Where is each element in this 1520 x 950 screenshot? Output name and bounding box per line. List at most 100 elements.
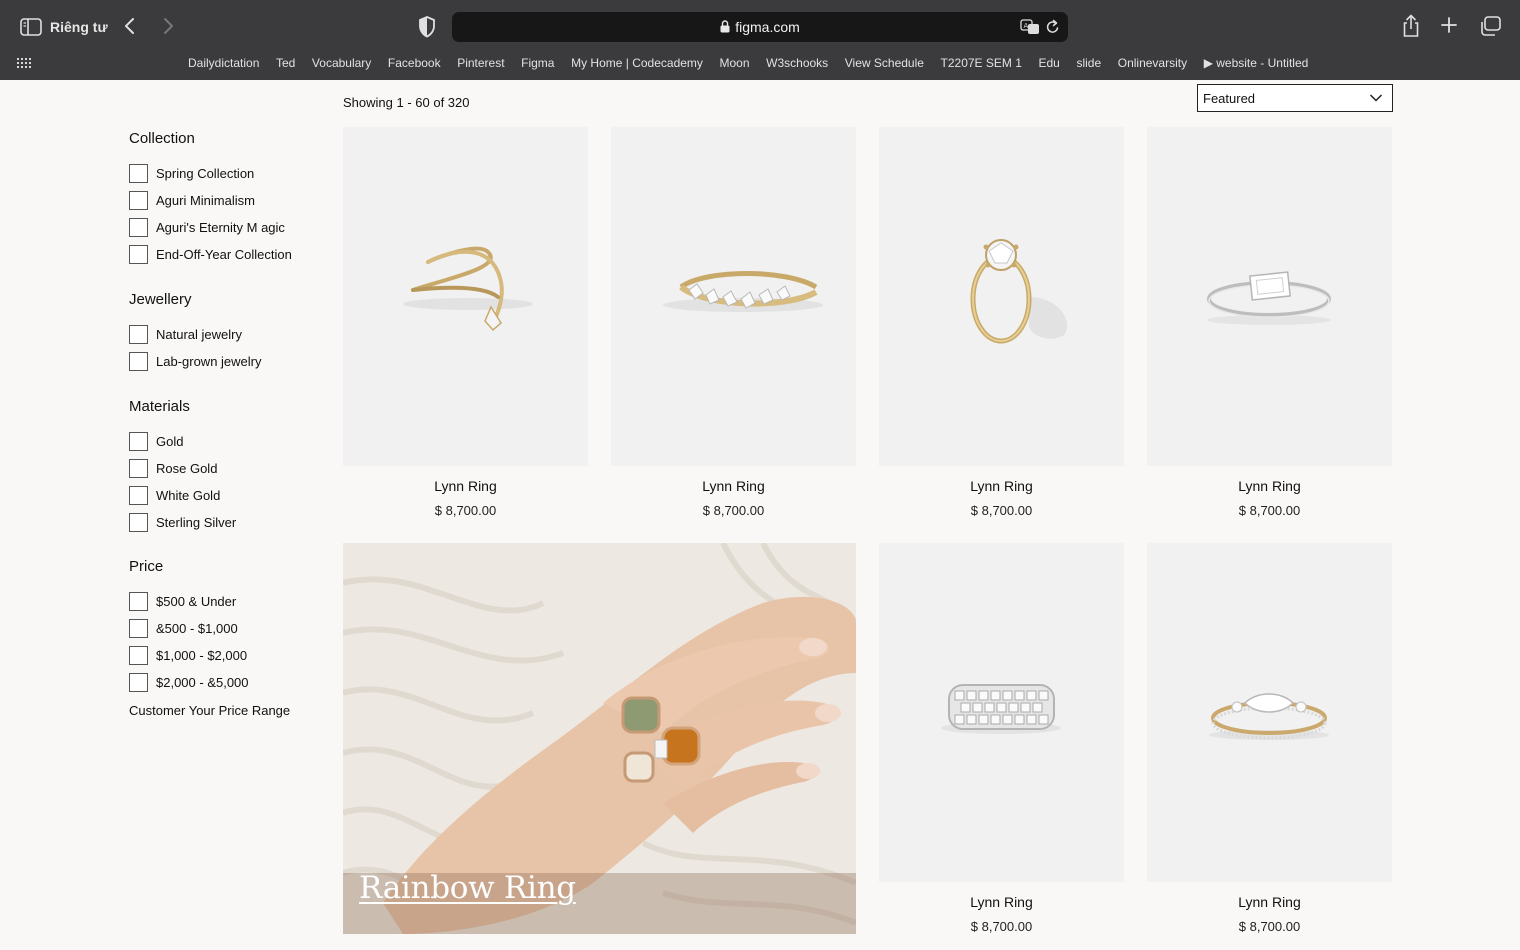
bookmark-link[interactable]: My Home | Codecademy — [571, 56, 703, 70]
filter-option-label: Rose Gold — [156, 461, 218, 476]
filter-material-sterling-silver[interactable]: Sterling Silver — [129, 513, 236, 532]
filter-option-label: $1,000 - $2,000 — [156, 648, 248, 663]
filter-material-gold[interactable]: Gold — [129, 432, 183, 451]
filter-option-label: Aguri Minimalism — [156, 193, 255, 208]
checkbox[interactable] — [129, 164, 148, 183]
chevron-right-icon — [164, 18, 173, 34]
bookmark-link[interactable]: Edu — [1039, 56, 1060, 70]
product-card[interactable]: Lynn Ring $ 8,700.00 — [343, 127, 588, 518]
product-name[interactable]: Lynn Ring — [879, 894, 1124, 910]
share-button[interactable] — [1401, 14, 1421, 38]
tabs-icon — [1481, 16, 1501, 36]
sort-select[interactable]: Featured — [1197, 84, 1393, 112]
checkbox[interactable] — [129, 325, 148, 344]
product-image-white-gold-wide-band[interactable] — [879, 543, 1124, 882]
filter-option-label: Aguri's Eternity M agic — [156, 220, 285, 235]
custom-price-range-link[interactable]: Customer Your Price Range — [129, 703, 290, 718]
profile-label: Riêng tư — [50, 19, 108, 35]
reload-button[interactable] — [1046, 19, 1060, 40]
bookmark-link[interactable]: Facebook — [388, 56, 441, 70]
bookmark-link[interactable]: Dailydictation — [188, 56, 259, 70]
checkbox[interactable] — [129, 486, 148, 505]
bookmark-link[interactable]: Onlinevarsity — [1118, 56, 1187, 70]
filter-price-under-500[interactable]: $500 & Under — [129, 592, 236, 611]
filter-price-500-1000[interactable]: &500 - $1,000 — [129, 619, 238, 638]
checkbox[interactable] — [129, 245, 148, 264]
product-card[interactable]: Lynn Ring $ 8,700.00 — [1147, 543, 1392, 934]
product-name[interactable]: Lynn Ring — [879, 478, 1124, 494]
product-card[interactable]: Lynn Ring $ 8,700.00 — [1147, 127, 1392, 518]
bookmark-link[interactable]: View Schedule — [845, 56, 924, 70]
checkbox[interactable] — [129, 459, 148, 478]
filter-collection-aguri-eternity[interactable]: Aguri's Eternity M agic — [129, 218, 285, 237]
product-image-gold-solitaire-ring[interactable] — [879, 127, 1124, 466]
filter-material-white-gold[interactable]: White Gold — [129, 486, 220, 505]
sidebar-toggle-button[interactable]: Riêng tư — [20, 16, 108, 38]
product-price: $ 8,700.00 — [702, 503, 765, 518]
bookmark-link[interactable]: Moon — [720, 56, 750, 70]
checkbox[interactable] — [129, 592, 148, 611]
shield-icon — [419, 16, 435, 38]
sidebar-icon — [20, 18, 42, 36]
filter-option-label: $500 & Under — [156, 594, 237, 609]
bookmark-link[interactable]: T2207E SEM 1 — [941, 56, 1022, 70]
product-image-two-tone-marquise-ring[interactable] — [1147, 543, 1392, 882]
checkbox[interactable] — [129, 218, 148, 237]
bookmark-link[interactable]: slide — [1076, 56, 1101, 70]
product-name[interactable]: Lynn Ring — [343, 478, 588, 494]
address-bar[interactable]: figma.com A — [452, 12, 1068, 42]
reload-icon — [1046, 19, 1059, 33]
product-card[interactable]: Lynn Ring $ 8,700.00 — [879, 127, 1124, 518]
checkbox[interactable] — [129, 646, 148, 665]
filter-option-label: White Gold — [156, 488, 221, 503]
bookmark-link[interactable]: Ted — [276, 56, 295, 70]
product-price: $ 8,700.00 — [970, 919, 1033, 934]
product-card[interactable]: Lynn Ring $ 8,700.00 — [611, 127, 856, 518]
tab-overview-button[interactable] — [1480, 16, 1502, 36]
product-image-gold-diamond-band[interactable] — [611, 127, 856, 466]
checkbox[interactable] — [129, 432, 148, 451]
product-image-gold-spiral-ring[interactable] — [343, 127, 588, 466]
product-image-white-gold-emerald-cut-ring[interactable] — [1147, 127, 1392, 466]
bookmark-link[interactable]: Pinterest — [457, 56, 504, 70]
bookmark-link[interactable]: ▶ website - Untitled — [1204, 56, 1309, 70]
bookmark-link[interactable]: W3schooks — [766, 56, 828, 70]
back-button[interactable] — [122, 16, 138, 36]
forward-button[interactable] — [160, 16, 176, 36]
filter-collection-title: Collection — [129, 130, 195, 147]
product-name[interactable]: Lynn Ring — [611, 478, 856, 494]
filter-option-label: Gold — [156, 434, 184, 449]
filter-jewellery-lab-grown[interactable]: Lab-grown jewelry — [129, 352, 262, 371]
banner-title[interactable]: Rainbow Ring — [359, 870, 576, 906]
checkbox[interactable] — [129, 673, 148, 692]
filter-jewellery-natural[interactable]: Natural jewelry — [129, 325, 242, 344]
new-tab-button[interactable] — [1440, 16, 1458, 34]
product-card[interactable]: Lynn Ring $ 8,700.00 — [879, 543, 1124, 934]
product-name[interactable]: Lynn Ring — [1147, 894, 1392, 910]
filter-material-rose-gold[interactable]: Rose Gold — [129, 459, 217, 478]
checkbox[interactable] — [129, 352, 148, 371]
filter-collection-spring[interactable]: Spring Collection — [129, 164, 254, 183]
bookmarks-bar: Dailydictation Ted Vocabulary Facebook P… — [188, 56, 1325, 70]
translate-button[interactable]: A — [1020, 19, 1040, 40]
promo-banner[interactable]: Rainbow Ring — [343, 543, 856, 934]
bookmark-link[interactable]: Figma — [521, 56, 554, 70]
filter-option-label: Lab-grown jewelry — [156, 354, 262, 369]
product-price: $ 8,700.00 — [434, 503, 497, 518]
filter-option-label: Natural jewelry — [156, 327, 242, 342]
chevron-left-icon — [125, 18, 134, 34]
checkbox[interactable] — [129, 619, 148, 638]
filter-collection-end-of-year[interactable]: End-Off-Year Collection — [129, 245, 292, 264]
privacy-shield-button[interactable] — [418, 16, 436, 38]
checkbox[interactable] — [129, 191, 148, 210]
sort-selected-value: Featured — [1203, 91, 1256, 106]
apps-grid-button[interactable] — [16, 57, 32, 69]
filter-option-label: Sterling Silver — [156, 515, 237, 530]
bookmark-link[interactable]: Vocabulary — [312, 56, 371, 70]
product-name[interactable]: Lynn Ring — [1147, 478, 1392, 494]
filter-price-1000-2000[interactable]: $1,000 - $2,000 — [129, 646, 247, 665]
filter-price-2000-5000[interactable]: $2,000 - &5,000 — [129, 673, 249, 692]
checkbox[interactable] — [129, 513, 148, 532]
product-price: $ 8,700.00 — [970, 503, 1033, 518]
filter-collection-aguri-minimalism[interactable]: Aguri Minimalism — [129, 191, 255, 210]
